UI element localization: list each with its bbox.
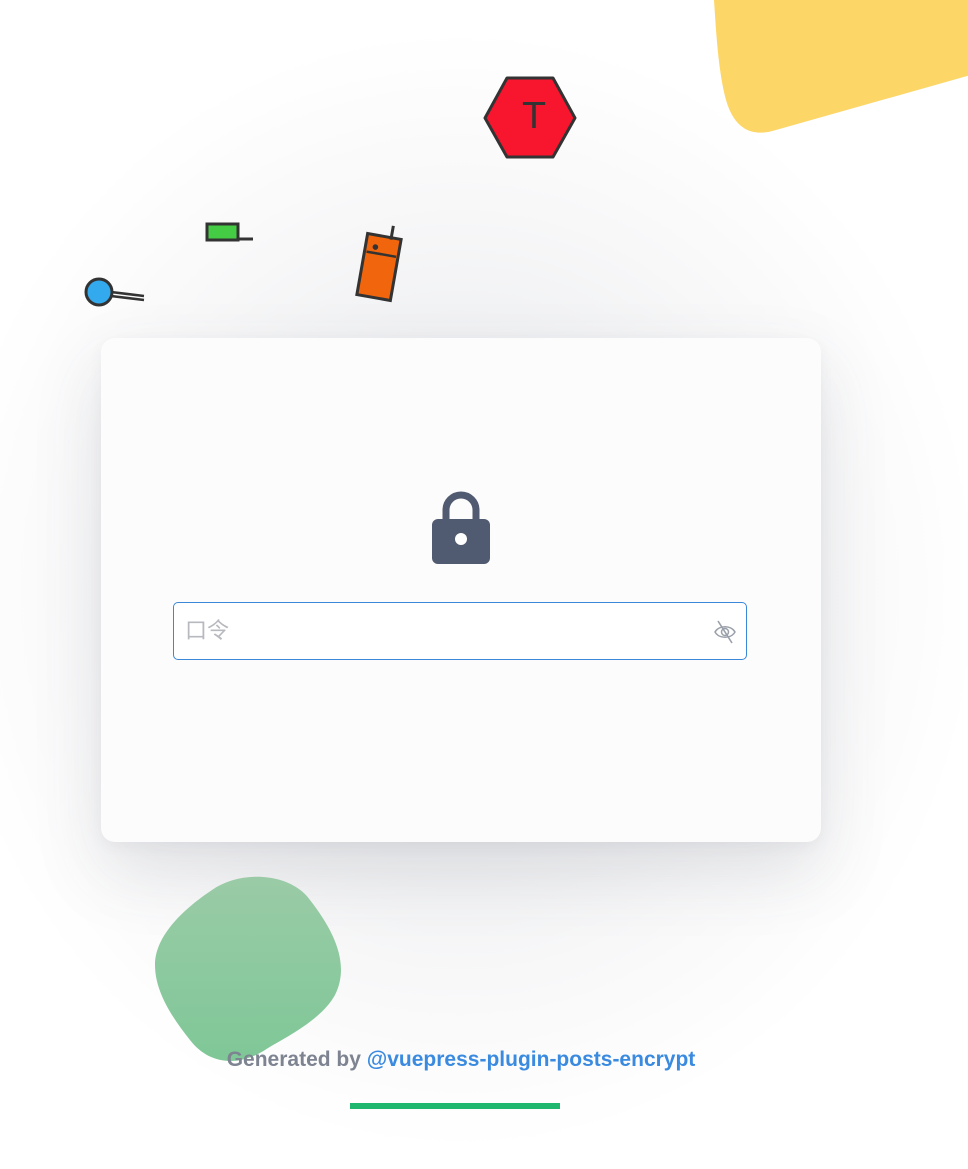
lock-icon [432, 491, 490, 564]
hexagon-icon: T [483, 76, 577, 159]
battery-icon [205, 222, 253, 242]
yellow-blob-decoration [714, 0, 968, 133]
footer-accent-bar [350, 1103, 560, 1109]
svg-text:T: T [522, 96, 546, 137]
magnifier-icon [84, 277, 145, 307]
password-input[interactable] [174, 603, 694, 659]
password-field [173, 602, 747, 660]
walkie-talkie-icon [355, 225, 403, 303]
green-blob-decoration [155, 876, 341, 1061]
plugin-link[interactable]: @vuepress-plugin-posts-encrypt [367, 1048, 696, 1071]
footer-credit: Generated by @vuepress-plugin-posts-encr… [0, 1048, 922, 1072]
encrypt-page: T Generated by @vuepress-plugin-posts-en… [0, 0, 968, 1169]
footer-prefix: Generated by [226, 1048, 367, 1071]
eye-slash-icon[interactable] [712, 618, 738, 644]
password-card [101, 338, 821, 842]
